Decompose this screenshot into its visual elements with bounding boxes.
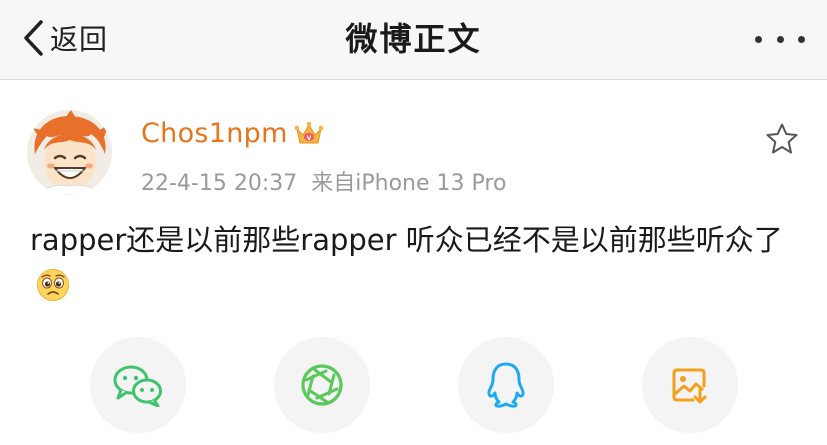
page-title: 微博正文 — [345, 20, 482, 58]
share-wechat-button[interactable] — [90, 337, 186, 433]
username-row: Chos1npm V — [141, 118, 324, 149]
wechat-icon — [113, 365, 162, 407]
post-meta: 22-4-15 20:37 来自iPhone 13 Pro — [141, 165, 506, 197]
timestamp: 22-4-15 20:37 — [141, 171, 298, 196]
back-button[interactable]: 返回 — [22, 14, 108, 62]
post-text-container: rapper还是以前那些rapper 听众已经不是以前那些听众了 — [30, 218, 805, 308]
star-outline-icon[interactable] — [765, 122, 799, 156]
avatar[interactable] — [27, 110, 112, 195]
navigation-bar: 返回 微博正文 — [0, 0, 827, 80]
svg-text:V: V — [306, 135, 311, 142]
pitiful-face-emoji — [37, 269, 69, 301]
qq-icon — [487, 362, 525, 408]
more-dots-icon[interactable] — [755, 22, 805, 56]
username[interactable]: Chos1npm — [141, 118, 288, 149]
chevron-left-icon — [24, 20, 43, 56]
save-image-icon — [672, 368, 707, 404]
vip-crown-icon: V — [294, 121, 323, 143]
post-text: rapper还是以前那些rapper 听众已经不是以前那些听众了 — [30, 223, 783, 257]
dot — [776, 35, 784, 43]
share-moments-button[interactable] — [274, 337, 370, 433]
back-label: 返回 — [50, 23, 109, 56]
dot — [798, 35, 805, 43]
share-row — [0, 335, 827, 445]
share-qq-button[interactable] — [458, 337, 554, 433]
share-save-image-button[interactable] — [642, 337, 738, 433]
moments-icon — [301, 364, 343, 406]
post-source: 来自iPhone 13 Pro — [311, 171, 507, 196]
dot — [755, 35, 762, 43]
